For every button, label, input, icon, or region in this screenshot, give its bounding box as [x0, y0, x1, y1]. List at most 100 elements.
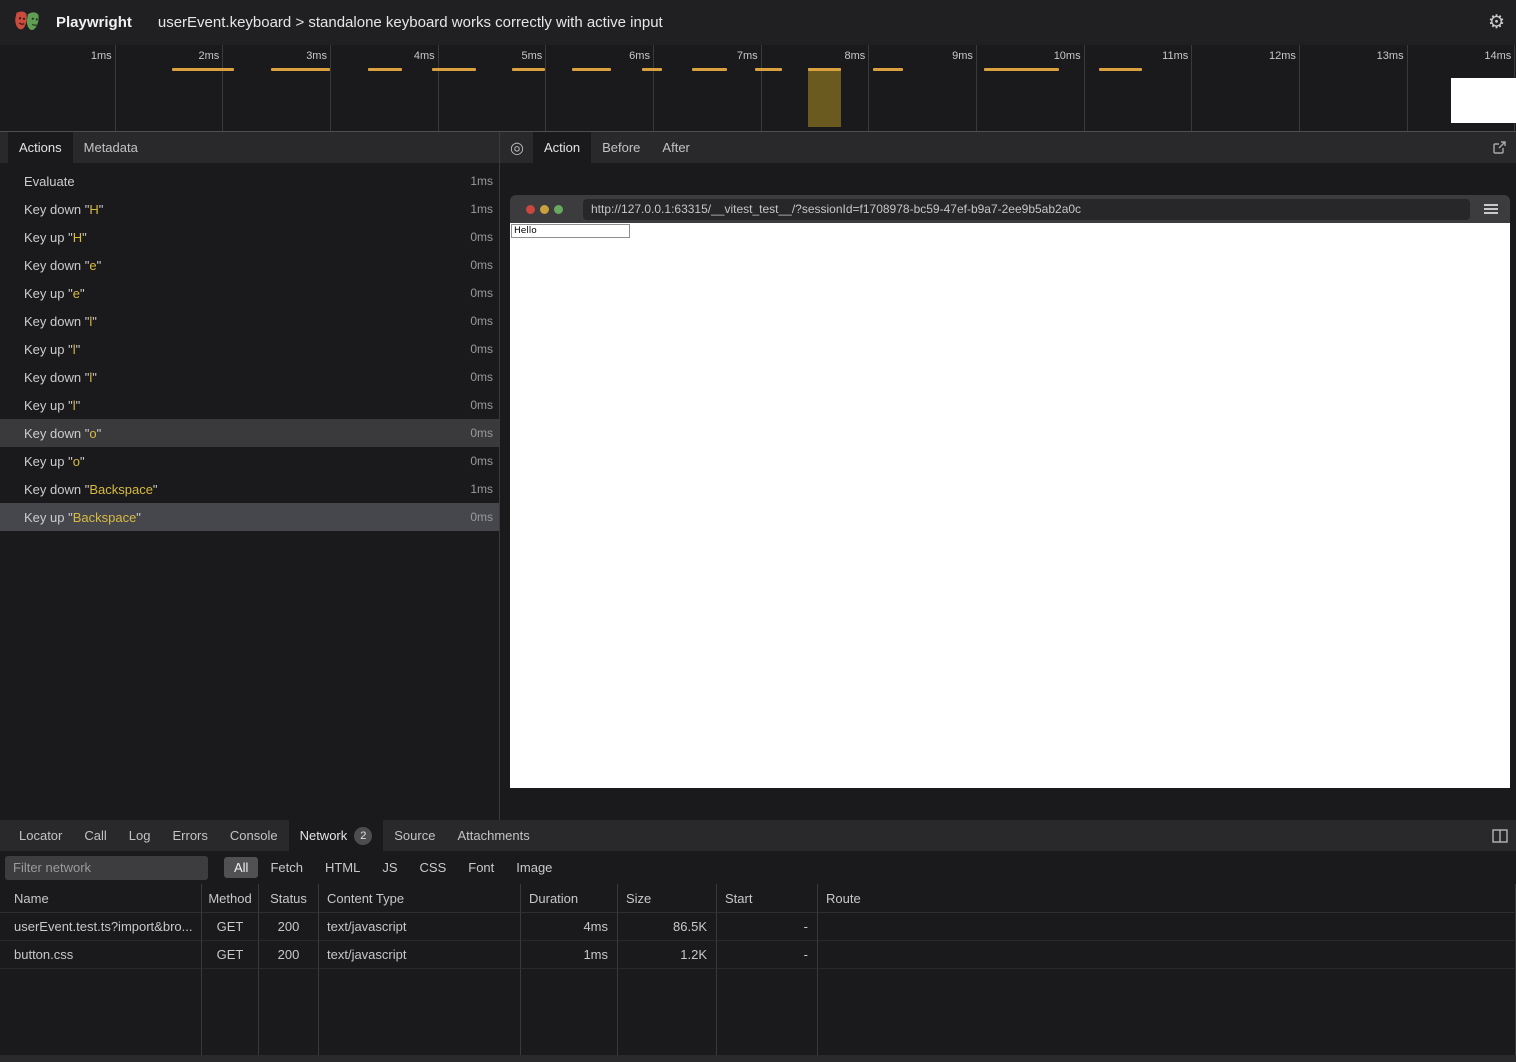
- filter-chip-css[interactable]: CSS: [410, 857, 457, 878]
- browser-chrome: http://127.0.0.1:63315/__vitest_test__/?…: [510, 195, 1510, 223]
- filter-chip-image[interactable]: Image: [506, 857, 562, 878]
- tab-console[interactable]: Console: [219, 820, 289, 851]
- horizontal-scrollbar[interactable]: [0, 1055, 1516, 1062]
- action-list-item[interactable]: Key up "Backspace"0ms: [0, 503, 499, 531]
- network-cell: [818, 913, 1516, 941]
- action-label: Key down ": [24, 482, 89, 497]
- network-table-header: NameMethodStatusContent TypeDurationSize…: [0, 884, 1516, 913]
- toggle-panel-layout-icon[interactable]: [1484, 820, 1516, 851]
- network-cell: 1.2K: [618, 941, 717, 969]
- column-header-label: Method: [208, 891, 251, 906]
- network-filler-cell: [0, 969, 202, 1055]
- browser-menu-icon: [1484, 204, 1498, 214]
- action-list-item[interactable]: Key down "H"1ms: [0, 195, 499, 223]
- timeline-action-bar: [755, 68, 782, 71]
- tab-after[interactable]: After: [651, 132, 700, 163]
- pick-locator-icon[interactable]: ◎: [500, 132, 533, 163]
- tab-attachments[interactable]: Attachments: [446, 820, 540, 851]
- network-cell: 1ms: [521, 941, 618, 969]
- tab-errors[interactable]: Errors: [161, 820, 218, 851]
- filter-chip-all[interactable]: All: [224, 857, 258, 878]
- timeline-tick-label: 12ms: [1269, 50, 1296, 62]
- filter-chip-js[interactable]: JS: [372, 857, 407, 878]
- settings-gear-icon[interactable]: ⚙: [1488, 13, 1505, 32]
- tab-before[interactable]: Before: [591, 132, 651, 163]
- action-list-item[interactable]: Evaluate 1ms: [0, 167, 499, 195]
- timeline-tick-label: 13ms: [1377, 50, 1404, 62]
- action-label: Key up ": [24, 454, 73, 469]
- action-label: Evaluate: [24, 174, 75, 189]
- tab-actions[interactable]: Actions: [8, 132, 73, 163]
- timeline-tick-label: 6ms: [629, 50, 650, 62]
- action-list-item[interactable]: Key up "e"0ms: [0, 279, 499, 307]
- action-label: Key up ": [24, 398, 73, 413]
- column-header-label: Start: [725, 891, 752, 906]
- action-key-value: H: [73, 230, 82, 245]
- tab-call[interactable]: Call: [73, 820, 117, 851]
- tab-action[interactable]: Action: [533, 132, 591, 163]
- timeline-action-bar: [808, 68, 841, 71]
- action-list-item[interactable]: Key down "o"0ms: [0, 419, 499, 447]
- action-key-quote: ": [92, 370, 97, 385]
- action-key-quote: ": [97, 426, 102, 441]
- bottom-tabstrip: LocatorCallLogErrorsConsoleNetwork2Sourc…: [0, 820, 1516, 851]
- action-key-quote: ": [76, 342, 81, 357]
- action-list-item[interactable]: Key up "o"0ms: [0, 447, 499, 475]
- action-duration: 0ms: [470, 314, 493, 328]
- snapshot-tabstrip: ◎ ActionBeforeAfter: [500, 132, 1516, 163]
- action-key-quote: ": [136, 510, 141, 525]
- action-duration: 0ms: [470, 370, 493, 384]
- action-label: Key down ": [24, 258, 89, 273]
- tab-log[interactable]: Log: [118, 820, 162, 851]
- column-header-label: Route: [826, 891, 861, 906]
- timeline-tick-label: 5ms: [522, 50, 543, 62]
- tab-network[interactable]: Network2: [289, 820, 384, 851]
- tab-source[interactable]: Source: [383, 820, 446, 851]
- action-key-quote: ": [82, 230, 87, 245]
- network-filter-input[interactable]: [5, 856, 208, 880]
- action-duration: 1ms: [470, 174, 493, 188]
- action-list-item[interactable]: Key down "l"0ms: [0, 363, 499, 391]
- main-split: ActionsMetadata Evaluate1msKey down "H"1…: [0, 132, 1516, 820]
- tab-metadata[interactable]: Metadata: [73, 132, 149, 163]
- action-key-value: e: [89, 258, 96, 273]
- action-duration: 1ms: [470, 482, 493, 496]
- action-list-item[interactable]: Key down "Backspace"1ms: [0, 475, 499, 503]
- action-duration: 1ms: [470, 202, 493, 216]
- network-request-row[interactable]: button.cssGET200text/javascript1ms1.2K-: [0, 941, 1516, 969]
- page-text-input[interactable]: Hello: [511, 224, 630, 238]
- action-list-item[interactable]: Key up "l"0ms: [0, 335, 499, 363]
- timeline-tick-label: 11ms: [1162, 50, 1188, 62]
- action-label: Key down ": [24, 314, 89, 329]
- timeline-action-bar: [1099, 68, 1142, 71]
- trace-viewer: Playwright userEvent.keyboard > standalo…: [0, 0, 1516, 1062]
- column-header-label: Name: [14, 891, 49, 906]
- timeline-action-bar: [642, 68, 662, 71]
- timeline-tick-label: 8ms: [844, 50, 865, 62]
- column-header-label: Content Type: [327, 891, 404, 906]
- action-list-item[interactable]: Key up "H"0ms: [0, 223, 499, 251]
- network-filler-cell: [202, 969, 259, 1055]
- action-duration: 0ms: [470, 510, 493, 524]
- action-key-quote: ": [99, 202, 104, 217]
- action-list-item[interactable]: Key up "l"0ms: [0, 391, 499, 419]
- action-list-item[interactable]: Key down "e"0ms: [0, 251, 499, 279]
- action-key-quote: ": [92, 314, 97, 329]
- filter-chip-font[interactable]: Font: [458, 857, 504, 878]
- column-header-label: Status: [270, 891, 307, 906]
- network-request-row[interactable]: userEvent.test.ts?import&bro...GET200tex…: [0, 913, 1516, 941]
- action-key-quote: ": [80, 286, 85, 301]
- timeline-action-bar: [172, 68, 234, 71]
- action-list-item[interactable]: Key down "l"0ms: [0, 307, 499, 335]
- timeline-action-bar: [984, 68, 1059, 71]
- network-cell: text/javascript: [319, 941, 521, 969]
- filter-chip-fetch[interactable]: Fetch: [260, 857, 313, 878]
- tab-locator[interactable]: Locator: [8, 820, 73, 851]
- open-snapshot-external-icon[interactable]: [1483, 132, 1516, 163]
- column-header-label: Size: [626, 891, 651, 906]
- timeline-action-bar: [572, 68, 611, 71]
- timeline[interactable]: 1ms2ms3ms4ms5ms6ms7ms8ms9ms10ms11ms12ms1…: [0, 45, 1516, 132]
- filter-chip-html[interactable]: HTML: [315, 857, 370, 878]
- network-col-header-content-type: Content Type: [319, 884, 521, 913]
- action-label: Key up ": [24, 510, 73, 525]
